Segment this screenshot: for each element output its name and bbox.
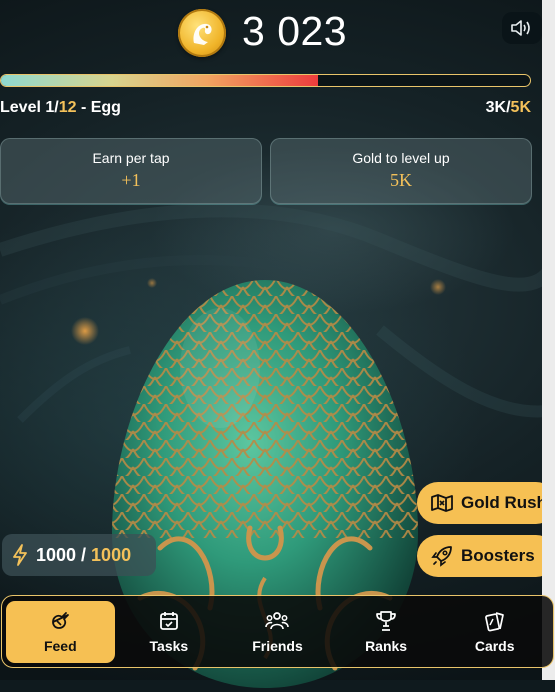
users-icon: [265, 609, 290, 633]
trophy-icon: [375, 609, 397, 633]
energy-meter: 1000 / 1000: [2, 534, 156, 576]
level-max: 12: [58, 99, 77, 116]
calendar-icon: [158, 609, 180, 633]
earn-per-tap-card: Earn per tap +1: [0, 138, 262, 204]
boosters-label: Boosters: [461, 546, 535, 565]
speaker-icon: [511, 20, 530, 36]
tab-feed-label: Feed: [43, 638, 77, 654]
boosters-button[interactable]: Boosters: [417, 535, 555, 577]
earn-per-tap-value: +1: [121, 170, 141, 190]
gold-to-level-up-value: 5K: [390, 170, 412, 190]
level-prefix: Level 1/: [0, 99, 59, 116]
tab-tasks-label: Tasks: [149, 638, 189, 654]
bottom-nav: Feed Tasks Friends Ranks Cards: [1, 595, 554, 668]
feed-icon: [49, 609, 71, 633]
level-progress-fill: [1, 75, 319, 86]
gold-rush-label: Gold Rush: [461, 493, 547, 512]
bolt-icon: [12, 544, 28, 566]
tab-cards[interactable]: Cards: [440, 601, 549, 663]
tab-cards-label: Cards: [474, 638, 515, 654]
window-edge: [542, 0, 555, 680]
tab-feed[interactable]: Feed: [6, 600, 115, 663]
tab-friends-label: Friends: [252, 638, 303, 654]
header: 3 023: [0, 0, 542, 70]
tab-friends[interactable]: Friends: [223, 601, 332, 663]
gold-target: 5K: [510, 99, 531, 116]
energy-current: 1000 /: [36, 544, 92, 565]
tab-ranks[interactable]: Ranks: [332, 601, 441, 663]
tab-ranks-label: Ranks: [365, 638, 408, 654]
dragon-coin-icon: [178, 9, 226, 57]
gold-current: 3K/: [485, 99, 511, 116]
gold-rush-button[interactable]: Gold Rush: [417, 482, 555, 524]
level-suffix: - Egg: [76, 99, 121, 116]
cards-icon: [484, 609, 506, 633]
level-progress-bar: [0, 74, 531, 87]
map-icon: [431, 493, 453, 513]
energy-max: 1000: [91, 544, 132, 565]
balance: 3 023: [242, 8, 348, 54]
rocket-icon: [431, 545, 453, 567]
tab-tasks[interactable]: Tasks: [115, 601, 224, 663]
gold-to-level-up-label: Gold to level up: [352, 150, 450, 166]
sound-toggle-button[interactable]: [502, 12, 542, 44]
level-label: Level 1/12 - Egg: [0, 99, 121, 117]
gold-progress: 3K/5K: [486, 99, 531, 117]
earn-per-tap-label: Earn per tap: [92, 150, 170, 166]
gold-to-level-up-card: Gold to level up 5K: [270, 138, 532, 204]
